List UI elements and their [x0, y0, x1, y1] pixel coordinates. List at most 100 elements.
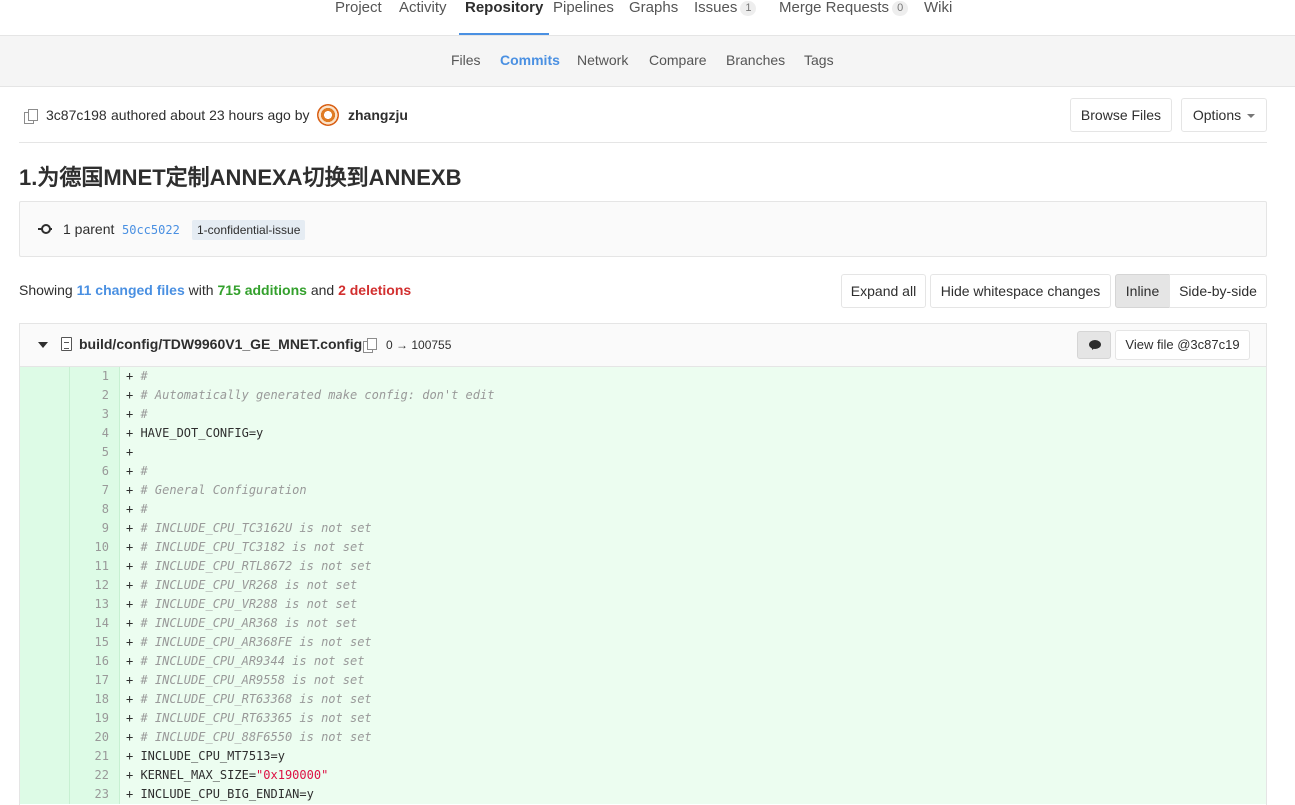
new-line-number[interactable]: 3	[70, 405, 120, 424]
new-line-number[interactable]: 2	[70, 386, 120, 405]
project-nav: Project Activity Repository Pipelines Gr…	[0, 0, 1295, 36]
old-line-number[interactable]	[20, 519, 70, 538]
new-line-number[interactable]: 19	[70, 709, 120, 728]
diff-line: 14 + # INCLUDE_CPU_AR368 is not set	[20, 614, 1266, 633]
inline-view-button[interactable]: Inline	[1115, 274, 1170, 308]
new-line-number[interactable]: 14	[70, 614, 120, 633]
tab-project[interactable]: Project	[335, 0, 382, 35]
changed-files-link[interactable]: 11 changed files	[77, 282, 185, 298]
tab-repository[interactable]: Repository	[458, 0, 550, 35]
new-line-number[interactable]: 17	[70, 671, 120, 690]
line-code: + # INCLUDE_CPU_AR9344 is not set	[126, 652, 364, 671]
code-comment: #	[140, 464, 148, 478]
copy-path-icon[interactable]	[363, 338, 377, 353]
old-line-number[interactable]	[20, 405, 70, 424]
branch-label[interactable]: 1-confidential-issue	[192, 220, 306, 240]
old-line-number[interactable]	[20, 424, 70, 443]
new-line-number[interactable]: 15	[70, 633, 120, 652]
old-line-number[interactable]	[20, 462, 70, 481]
new-line-number[interactable]: 9	[70, 519, 120, 538]
old-line-number[interactable]	[20, 709, 70, 728]
new-line-number[interactable]: 23	[70, 785, 120, 804]
old-line-number[interactable]	[20, 576, 70, 595]
subtab-files[interactable]: Files	[451, 52, 481, 68]
addition-marker: +	[126, 521, 141, 535]
author-avatar[interactable]	[317, 104, 339, 126]
subtab-compare[interactable]: Compare	[649, 52, 707, 68]
addition-marker: +	[126, 692, 141, 706]
old-line-number[interactable]	[20, 481, 70, 500]
old-line-number[interactable]	[20, 728, 70, 747]
old-line-number[interactable]	[20, 633, 70, 652]
copy-sha-icon[interactable]	[24, 109, 38, 124]
tab-issues[interactable]: Issues 1	[694, 0, 757, 35]
addition-marker: +	[126, 730, 141, 744]
old-line-number[interactable]	[20, 595, 70, 614]
new-line-number[interactable]: 22	[70, 766, 120, 785]
expand-all-button[interactable]: Expand all	[841, 274, 926, 308]
new-line-number[interactable]: 4	[70, 424, 120, 443]
collapse-caret-icon[interactable]	[38, 342, 48, 348]
addition-marker: +	[126, 426, 141, 440]
old-line-number[interactable]	[20, 443, 70, 462]
old-line-number[interactable]	[20, 386, 70, 405]
tab-merge-requests[interactable]: Merge Requests 0	[779, 0, 909, 35]
author-name[interactable]: zhangzju	[348, 107, 408, 123]
options-dropdown[interactable]: Options	[1181, 98, 1267, 132]
side-by-side-button[interactable]: Side-by-side	[1169, 274, 1267, 308]
toggle-comments-button[interactable]	[1077, 331, 1111, 359]
old-line-number[interactable]	[20, 557, 70, 576]
old-line-number[interactable]	[20, 766, 70, 785]
addition-marker: +	[126, 388, 141, 402]
tab-wiki[interactable]: Wiki	[924, 0, 952, 35]
diff-line: 12 + # INCLUDE_CPU_VR268 is not set	[20, 576, 1266, 595]
line-code: + # INCLUDE_CPU_VR268 is not set	[126, 576, 357, 595]
new-line-number[interactable]: 7	[70, 481, 120, 500]
new-line-number[interactable]: 21	[70, 747, 120, 766]
commit-sha[interactable]: 3c87c198	[46, 107, 107, 123]
subtab-network[interactable]: Network	[577, 52, 628, 68]
old-line-number[interactable]	[20, 500, 70, 519]
new-line-number[interactable]: 8	[70, 500, 120, 519]
new-line-number[interactable]: 18	[70, 690, 120, 709]
old-line-number[interactable]	[20, 538, 70, 557]
tab-activity[interactable]: Activity	[399, 0, 447, 35]
line-code: + # INCLUDE_CPU_AR368 is not set	[126, 614, 357, 633]
old-line-number[interactable]	[20, 690, 70, 709]
subtab-branches[interactable]: Branches	[726, 52, 785, 68]
tab-pipelines[interactable]: Pipelines	[553, 0, 614, 35]
new-line-number[interactable]: 1	[70, 367, 120, 386]
old-line-number[interactable]	[20, 747, 70, 766]
old-line-number[interactable]	[20, 652, 70, 671]
diff-line: 3 + #	[20, 405, 1266, 424]
new-line-number[interactable]: 12	[70, 576, 120, 595]
new-line-number[interactable]: 11	[70, 557, 120, 576]
code-comment: # Automatically generated make config: d…	[140, 388, 495, 402]
new-line-number[interactable]: 10	[70, 538, 120, 557]
subtab-commits[interactable]: Commits	[500, 52, 560, 68]
line-code: +	[126, 443, 140, 462]
hide-whitespace-button[interactable]: Hide whitespace changes	[930, 274, 1111, 308]
subtab-tags[interactable]: Tags	[804, 52, 834, 68]
new-line-number[interactable]: 16	[70, 652, 120, 671]
view-file-button[interactable]: View file @3c87c19	[1115, 330, 1250, 360]
file-path[interactable]: build/config/TDW9960V1_GE_MNET.config	[79, 336, 362, 352]
code-comment: # INCLUDE_CPU_AR368 is not set	[140, 616, 358, 630]
addition-marker: +	[126, 635, 141, 649]
old-line-number[interactable]	[20, 785, 70, 804]
parent-sha-link[interactable]: 50cc5022	[122, 223, 180, 237]
new-line-number[interactable]: 5	[70, 443, 120, 462]
new-line-number[interactable]: 20	[70, 728, 120, 747]
diff-line: 5 +	[20, 443, 1266, 462]
addition-marker: +	[126, 559, 141, 573]
browse-files-button[interactable]: Browse Files	[1070, 98, 1172, 132]
addition-marker: +	[126, 483, 141, 497]
line-code: + # INCLUDE_CPU_RT63368 is not set	[126, 690, 372, 709]
new-line-number[interactable]: 6	[70, 462, 120, 481]
line-code: + # INCLUDE_CPU_AR9558 is not set	[126, 671, 364, 690]
old-line-number[interactable]	[20, 671, 70, 690]
old-line-number[interactable]	[20, 614, 70, 633]
old-line-number[interactable]	[20, 367, 70, 386]
new-line-number[interactable]: 13	[70, 595, 120, 614]
tab-graphs[interactable]: Graphs	[629, 0, 678, 35]
